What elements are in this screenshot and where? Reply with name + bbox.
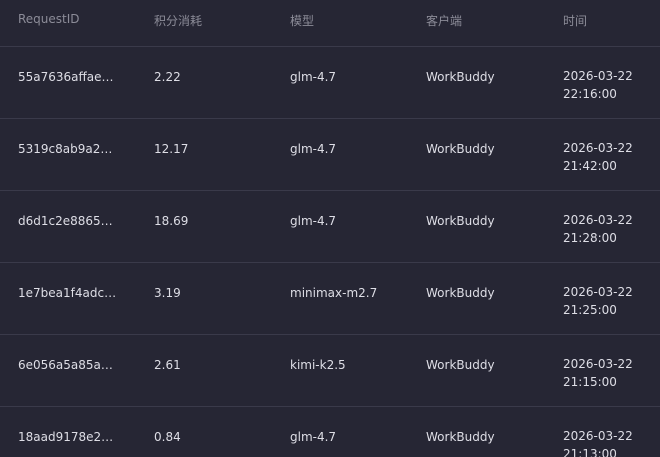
time-cell: 2026-03-22 21:13:00 (563, 427, 633, 457)
table-row[interactable]: 6e056a5a85a… 2.61 kimi-k2.5 WorkBuddy 20… (0, 335, 660, 407)
date-text: 2026-03-22 (563, 429, 633, 443)
table-header: RequestID 积分消耗 模型 客户端 时间 (0, 0, 660, 47)
request-id-cell[interactable]: 5319c8ab9a2… (18, 140, 112, 158)
request-id-cell[interactable]: 18aad9178e2… (18, 428, 113, 446)
column-header-client[interactable]: 客户端 (426, 12, 462, 29)
time-cell: 2026-03-22 21:42:00 (563, 139, 633, 175)
table-row[interactable]: 5319c8ab9a2… 12.17 glm-4.7 WorkBuddy 202… (0, 119, 660, 191)
column-header-time[interactable]: 时间 (563, 12, 587, 29)
date-text: 2026-03-22 (563, 69, 633, 83)
request-id-cell[interactable]: d6d1c2e8865… (18, 212, 113, 230)
model-cell: glm-4.7 (290, 430, 337, 444)
credits-cell: 12.17 (154, 142, 189, 156)
table-row[interactable]: 1e7bea1f4adc… 3.19 minimax-m2.7 WorkBudd… (0, 263, 660, 335)
clock-text: 21:15:00 (563, 375, 617, 389)
clock-text: 21:25:00 (563, 303, 617, 317)
date-text: 2026-03-22 (563, 213, 633, 227)
model-cell: glm-4.7 (290, 70, 337, 84)
request-id-cell[interactable]: 1e7bea1f4adc… (18, 284, 116, 302)
model-cell: glm-4.7 (290, 214, 337, 228)
date-text: 2026-03-22 (563, 141, 633, 155)
clock-text: 22:16:00 (563, 87, 617, 101)
model-cell: minimax-m2.7 (290, 286, 378, 300)
credits-cell: 0.84 (154, 430, 181, 444)
time-cell: 2026-03-22 21:15:00 (563, 355, 633, 391)
client-cell: WorkBuddy (426, 286, 495, 300)
credits-cell: 2.61 (154, 358, 181, 372)
usage-table: RequestID 积分消耗 模型 客户端 时间 55a7636affae… 2… (0, 0, 660, 457)
client-cell: WorkBuddy (426, 142, 495, 156)
table-row[interactable]: d6d1c2e8865… 18.69 glm-4.7 WorkBuddy 202… (0, 191, 660, 263)
model-cell: glm-4.7 (290, 142, 337, 156)
time-cell: 2026-03-22 22:16:00 (563, 67, 633, 103)
date-text: 2026-03-22 (563, 357, 633, 371)
table-body: 55a7636affae… 2.22 glm-4.7 WorkBuddy 202… (0, 47, 660, 457)
credits-cell: 3.19 (154, 286, 181, 300)
time-cell: 2026-03-22 21:28:00 (563, 211, 633, 247)
client-cell: WorkBuddy (426, 430, 495, 444)
model-cell: kimi-k2.5 (290, 358, 346, 372)
client-cell: WorkBuddy (426, 358, 495, 372)
request-id-cell[interactable]: 55a7636affae… (18, 68, 114, 86)
credits-cell: 2.22 (154, 70, 181, 84)
client-cell: WorkBuddy (426, 70, 495, 84)
table-row[interactable]: 55a7636affae… 2.22 glm-4.7 WorkBuddy 202… (0, 47, 660, 119)
clock-text: 21:42:00 (563, 159, 617, 173)
column-header-credits[interactable]: 积分消耗 (154, 12, 202, 29)
client-cell: WorkBuddy (426, 214, 495, 228)
credits-cell: 18.69 (154, 214, 189, 228)
clock-text: 21:13:00 (563, 447, 617, 457)
column-header-request-id[interactable]: RequestID (18, 12, 80, 26)
clock-text: 21:28:00 (563, 231, 617, 245)
column-header-model[interactable]: 模型 (290, 12, 314, 29)
table-row[interactable]: 18aad9178e2… 0.84 glm-4.7 WorkBuddy 2026… (0, 407, 660, 457)
request-id-cell[interactable]: 6e056a5a85a… (18, 356, 113, 374)
date-text: 2026-03-22 (563, 285, 633, 299)
time-cell: 2026-03-22 21:25:00 (563, 283, 633, 319)
